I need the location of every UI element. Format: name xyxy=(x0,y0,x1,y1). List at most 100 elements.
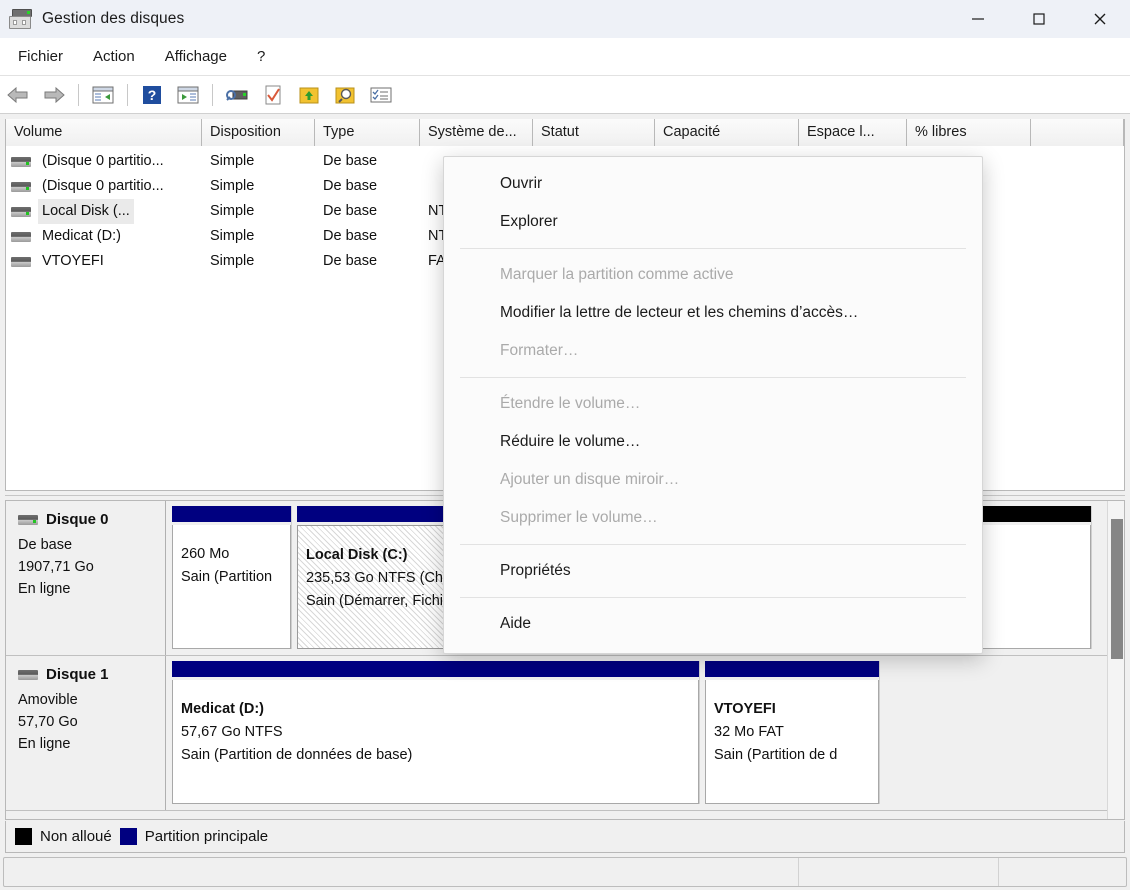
volume-column-header-espace-l[interactable]: Espace l... xyxy=(799,119,907,146)
disk-status: En ligne xyxy=(18,578,153,600)
menu-action[interactable]: Action xyxy=(81,44,147,69)
disposition-cell: Simple xyxy=(202,224,315,249)
status-bar xyxy=(3,857,1127,887)
disk-title: Disque 0 xyxy=(18,511,153,528)
ctx-aide[interactable]: Aide xyxy=(444,605,982,643)
maximize-button[interactable] xyxy=(1008,0,1069,38)
disk-title: Disque 1 xyxy=(18,666,153,683)
help-icon[interactable]: ? xyxy=(137,80,167,110)
partition-details: Medicat (D:)57,67 Go NTFSSain (Partition… xyxy=(172,680,699,804)
scrollbar-thumb[interactable] xyxy=(1111,519,1123,659)
disk-info-panel[interactable]: Disque 0 De base1907,71 GoEn ligne xyxy=(6,501,166,655)
legend-label-primary: Partition principale xyxy=(145,828,268,845)
type-cell: De base xyxy=(315,174,420,199)
drive-icon-fixed xyxy=(11,182,31,192)
menu-aide[interactable]: ? xyxy=(245,44,277,69)
drive-icon-fixed xyxy=(11,157,31,167)
show-hide-console-tree-icon[interactable] xyxy=(88,80,118,110)
volume-column-header-type[interactable]: Type xyxy=(315,119,420,146)
ctx-reduire-volume[interactable]: Réduire le volume… xyxy=(444,423,982,461)
rescan-disks-icon[interactable] xyxy=(222,80,252,110)
partition-size: 32 Mo FAT xyxy=(714,721,872,744)
volume-cell: Local Disk (... xyxy=(6,199,202,224)
volume-context-menu[interactable]: OuvrirExplorerMarquer la partition comme… xyxy=(443,156,983,654)
drive-icon-removable xyxy=(18,670,38,680)
title-bar: Gestion des disques xyxy=(0,0,1130,38)
menu-separator xyxy=(460,544,966,545)
disk-size: 57,70 Go xyxy=(18,711,153,733)
forward-arrow-icon[interactable] xyxy=(39,80,69,110)
ctx-etendre-volume: Étendre le volume… xyxy=(444,385,982,423)
toolbar: ? xyxy=(0,76,1130,114)
export-list-icon[interactable] xyxy=(294,80,324,110)
drive-icon-fixed xyxy=(18,515,38,525)
status-pane-3 xyxy=(999,858,1126,886)
partition-status: Sain (Partition de d xyxy=(714,744,872,767)
check-properties-icon[interactable] xyxy=(258,80,288,110)
status-pane-2 xyxy=(799,858,999,886)
ctx-supprimer-volume: Supprimer le volume… xyxy=(444,499,982,537)
ctx-explorer[interactable]: Explorer xyxy=(444,203,982,241)
legend-swatch-unallocated xyxy=(15,828,32,845)
svg-text:?: ? xyxy=(148,87,157,103)
type-cell: De base xyxy=(315,249,420,274)
partition-status: Sain (Partition de données de base) xyxy=(181,744,692,767)
partition-size: 260 Mo xyxy=(181,543,284,566)
menu-separator xyxy=(460,597,966,598)
disk-info-panel[interactable]: Disque 1Amovible57,70 GoEn ligne xyxy=(6,656,166,810)
disk-name: Disque 0 xyxy=(46,511,109,528)
disposition-cell: Simple xyxy=(202,174,315,199)
legend-partition-principale: Partition principale xyxy=(120,828,268,845)
volume-cell: VTOYEFI xyxy=(6,249,202,274)
volume-column-header-syst-me-de[interactable]: Système de... xyxy=(420,119,533,146)
partition-size: 57,67 Go NTFS xyxy=(181,721,692,744)
disposition-cell: Simple xyxy=(202,199,315,224)
volume-list-header: VolumeDispositionTypeSystème de...Statut… xyxy=(6,119,1124,146)
volume-column-header-statut[interactable]: Statut xyxy=(533,119,655,146)
partition-label: Medicat (D:) xyxy=(181,698,692,721)
volume-name: (Disque 0 partitio... xyxy=(38,174,168,199)
type-cell: De base xyxy=(315,199,420,224)
show-hide-action-pane-icon[interactable] xyxy=(173,80,203,110)
legend-label-unallocated: Non alloué xyxy=(40,828,112,845)
disk-size: 1907,71 Go xyxy=(18,556,153,578)
legend-swatch-primary xyxy=(120,828,137,845)
volume-name: (Disque 0 partitio... xyxy=(38,149,168,174)
disk-type: De base xyxy=(18,534,153,556)
partition-block[interactable]: Medicat (D:)57,67 Go NTFSSain (Partition… xyxy=(172,661,700,804)
partition-block[interactable]: 260 MoSain (Partition xyxy=(172,506,292,649)
partition-details: VTOYEFI32 Mo FATSain (Partition de d xyxy=(705,680,879,804)
search-folder-icon[interactable] xyxy=(330,80,360,110)
ctx-proprietes[interactable]: Propriétés xyxy=(444,552,982,590)
disk-name: Disque 1 xyxy=(46,666,109,683)
ctx-formater: Formater… xyxy=(444,332,982,370)
disposition-cell: Simple xyxy=(202,149,315,174)
ctx-ouvrir[interactable]: Ouvrir xyxy=(444,165,982,203)
menu-separator xyxy=(460,377,966,378)
partition-bar-primary xyxy=(172,506,291,522)
list-view-icon[interactable] xyxy=(366,80,396,110)
volume-column-header-disposition[interactable]: Disposition xyxy=(202,119,315,146)
graphical-pane-scrollbar[interactable] xyxy=(1107,501,1124,819)
volume-column-header-libres[interactable]: % libres xyxy=(907,119,1031,146)
ctx-ajouter-disque-miroir: Ajouter un disque miroir… xyxy=(444,461,982,499)
partition-status: Sain (Partition xyxy=(181,566,284,589)
status-pane-1 xyxy=(4,858,799,886)
minimize-button[interactable] xyxy=(947,0,1008,38)
back-arrow-icon[interactable] xyxy=(3,80,33,110)
disk-management-window: Gestion des disques Fichier Action Affic… xyxy=(0,0,1130,890)
partition-bar-primary xyxy=(705,661,879,677)
menu-affichage[interactable]: Affichage xyxy=(153,44,239,69)
volume-column-header-volume[interactable]: Volume xyxy=(6,119,202,146)
menu-fichier[interactable]: Fichier xyxy=(6,44,75,69)
type-cell: De base xyxy=(315,149,420,174)
volume-column-header-blank[interactable] xyxy=(1031,119,1124,146)
volume-name: Local Disk (... xyxy=(38,199,134,224)
menu-separator xyxy=(460,248,966,249)
volume-column-header-capacit[interactable]: Capacité xyxy=(655,119,799,146)
ctx-modifier-lettre-lecteur[interactable]: Modifier la lettre de lecteur et les che… xyxy=(444,294,982,332)
volume-cell: Medicat (D:) xyxy=(6,224,202,249)
partition-block[interactable]: VTOYEFI32 Mo FATSain (Partition de d xyxy=(705,661,880,804)
disk-status: En ligne xyxy=(18,733,153,755)
close-button[interactable] xyxy=(1069,0,1130,38)
